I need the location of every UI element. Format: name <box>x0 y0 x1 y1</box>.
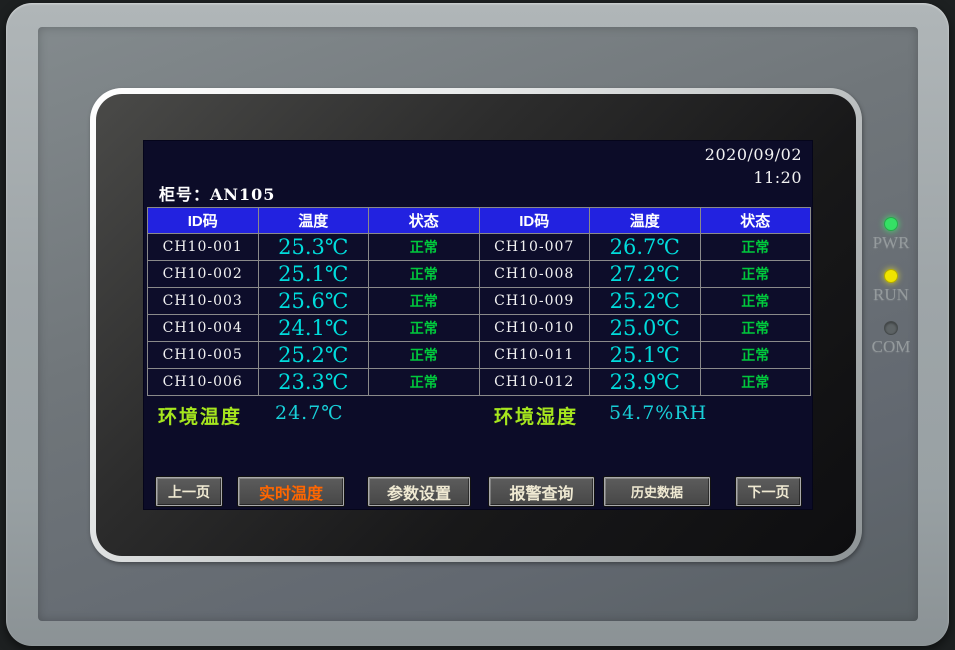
temperature-value-cell: 25.6℃ <box>258 288 369 315</box>
run-led-icon <box>884 269 898 283</box>
cabinet-id-label: 柜号：AN105 <box>159 181 275 205</box>
temperature-value-cell: 23.9℃ <box>590 369 701 396</box>
channel-id-cell: CH10-007 <box>479 234 590 261</box>
channel-id-cell: CH10-002 <box>148 261 259 288</box>
column-header: 状态 <box>369 208 480 234</box>
pwr-led-group: PWR <box>863 217 919 253</box>
status-value-cell: 正常 <box>700 261 811 288</box>
channel-id-cell: CH10-012 <box>479 369 590 396</box>
table-row: CH10-00424.1℃正常CH10-01025.0℃正常 <box>148 315 811 342</box>
temperature-value-cell: 25.2℃ <box>590 288 701 315</box>
status-value-cell: 正常 <box>369 261 480 288</box>
column-header: 温度 <box>590 208 701 234</box>
table-row: CH10-00623.3℃正常CH10-01223.9℃正常 <box>148 369 811 396</box>
prev-page-button[interactable]: 上一页 <box>156 477 222 506</box>
lcd-touchscreen[interactable]: 2020/09/02 11:20 柜号：AN105 ID码温度状态ID码温度状态… <box>143 140 813 510</box>
status-value-cell: 正常 <box>369 288 480 315</box>
com-led-label: COM <box>863 337 919 357</box>
history-data-button[interactable]: 历史数据 <box>604 477 710 506</box>
column-header: ID码 <box>479 208 590 234</box>
env-humidity-value: 54.7%RH <box>609 402 707 424</box>
alarm-query-button[interactable]: 报警查询 <box>489 477 594 506</box>
com-led-icon <box>884 321 898 335</box>
com-led-group: COM <box>863 321 919 357</box>
channel-id-cell: CH10-005 <box>148 342 259 369</box>
channel-id-cell: CH10-008 <box>479 261 590 288</box>
nav-bar: 上一页实时温度参数设置报警查询历史数据下一页 <box>144 477 812 507</box>
table-row: CH10-00225.1℃正常CH10-00827.2℃正常 <box>148 261 811 288</box>
channel-id-cell: CH10-011 <box>479 342 590 369</box>
status-value-cell: 正常 <box>369 369 480 396</box>
env-temp-label: 环境温度 <box>158 402 242 429</box>
status-value-cell: 正常 <box>700 369 811 396</box>
column-header: 状态 <box>700 208 811 234</box>
channel-id-cell: CH10-003 <box>148 288 259 315</box>
time-display: 11:20 <box>753 168 802 187</box>
temperature-value-cell: 25.2℃ <box>258 342 369 369</box>
temperature-value-cell: 25.1℃ <box>590 342 701 369</box>
temperature-value-cell: 23.3℃ <box>258 369 369 396</box>
channel-id-cell: CH10-001 <box>148 234 259 261</box>
status-value-cell: 正常 <box>700 234 811 261</box>
channel-id-cell: CH10-004 <box>148 315 259 342</box>
run-led-label: RUN <box>863 285 919 305</box>
temperature-value-cell: 25.0℃ <box>590 315 701 342</box>
table-row: CH10-00525.2℃正常CH10-01125.1℃正常 <box>148 342 811 369</box>
temperature-value-cell: 24.1℃ <box>258 315 369 342</box>
status-value-cell: 正常 <box>369 234 480 261</box>
table-body: CH10-00125.3℃正常CH10-00726.7℃正常CH10-00225… <box>148 234 811 396</box>
realtime-temp-button[interactable]: 实时温度 <box>238 477 344 506</box>
table-row: CH10-00125.3℃正常CH10-00726.7℃正常 <box>148 234 811 261</box>
table-row: CH10-00325.6℃正常CH10-00925.2℃正常 <box>148 288 811 315</box>
temperature-value-cell: 25.3℃ <box>258 234 369 261</box>
env-temp-value: 24.7℃ <box>275 402 344 424</box>
column-header: ID码 <box>148 208 259 234</box>
table-header-row: ID码温度状态ID码温度状态 <box>148 208 811 234</box>
status-value-cell: 正常 <box>700 342 811 369</box>
temperature-table: ID码温度状态ID码温度状态 CH10-00125.3℃正常CH10-00726… <box>147 207 811 396</box>
status-value-cell: 正常 <box>369 315 480 342</box>
temperature-value-cell: 27.2℃ <box>590 261 701 288</box>
hmi-device: 2020/09/02 11:20 柜号：AN105 ID码温度状态ID码温度状态… <box>0 0 955 650</box>
column-header: 温度 <box>258 208 369 234</box>
next-page-button[interactable]: 下一页 <box>736 477 801 506</box>
date-display: 2020/09/02 <box>705 145 802 164</box>
status-value-cell: 正常 <box>700 288 811 315</box>
environment-row: 环境温度 24.7℃ 环境湿度 54.7%RH <box>144 402 812 428</box>
channel-id-cell: CH10-010 <box>479 315 590 342</box>
env-humidity-label: 环境湿度 <box>494 402 578 429</box>
status-value-cell: 正常 <box>700 315 811 342</box>
status-value-cell: 正常 <box>369 342 480 369</box>
channel-id-cell: CH10-006 <box>148 369 259 396</box>
pwr-led-label: PWR <box>863 233 919 253</box>
temperature-value-cell: 25.1℃ <box>258 261 369 288</box>
pwr-led-icon <box>884 217 898 231</box>
param-settings-button[interactable]: 参数设置 <box>368 477 470 506</box>
temperature-value-cell: 26.7℃ <box>590 234 701 261</box>
run-led-group: RUN <box>863 269 919 305</box>
channel-id-cell: CH10-009 <box>479 288 590 315</box>
